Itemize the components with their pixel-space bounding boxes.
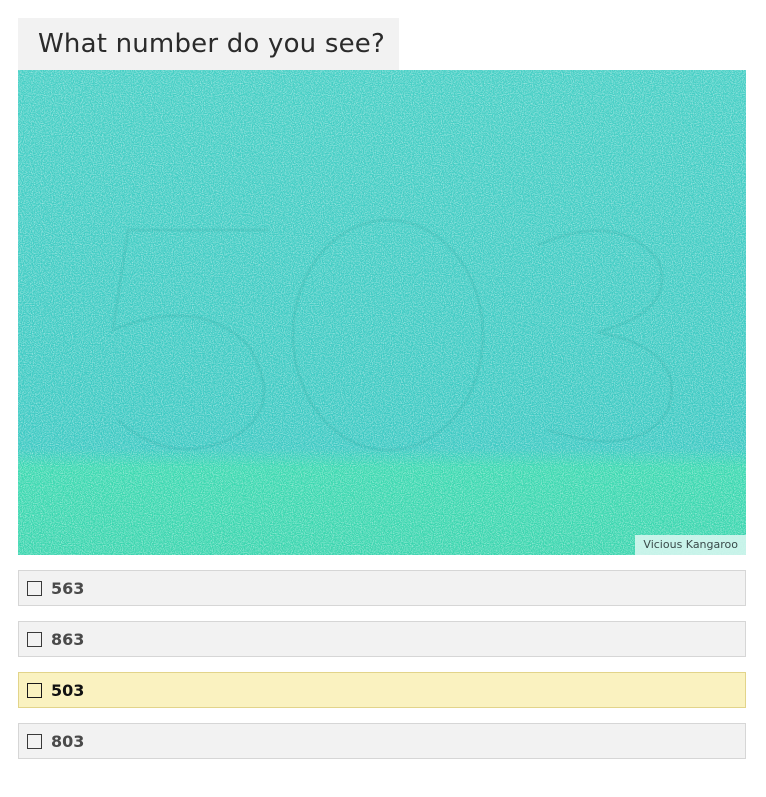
checkbox-icon[interactable] (27, 682, 42, 698)
option-label: 863 (51, 629, 85, 649)
checkbox-icon[interactable] (27, 733, 42, 749)
option-563[interactable]: 563 (18, 570, 746, 606)
option-863[interactable]: 863 (18, 621, 746, 657)
question-title: What number do you see? (38, 29, 385, 59)
checkbox-icon[interactable] (27, 631, 42, 647)
option-503[interactable]: 503 (18, 672, 746, 708)
option-label: 563 (51, 578, 85, 598)
image-credit: Vicious Kangaroo (635, 535, 746, 555)
option-label: 803 (51, 731, 85, 751)
option-803[interactable]: 803 (18, 723, 746, 759)
checkbox-icon[interactable] (27, 580, 42, 596)
test-plate-image: Vicious Kangaroo (18, 70, 746, 555)
option-label: 503 (51, 680, 85, 700)
question-header: What number do you see? (18, 18, 399, 70)
color-blindness-test-plate-icon (18, 70, 746, 555)
